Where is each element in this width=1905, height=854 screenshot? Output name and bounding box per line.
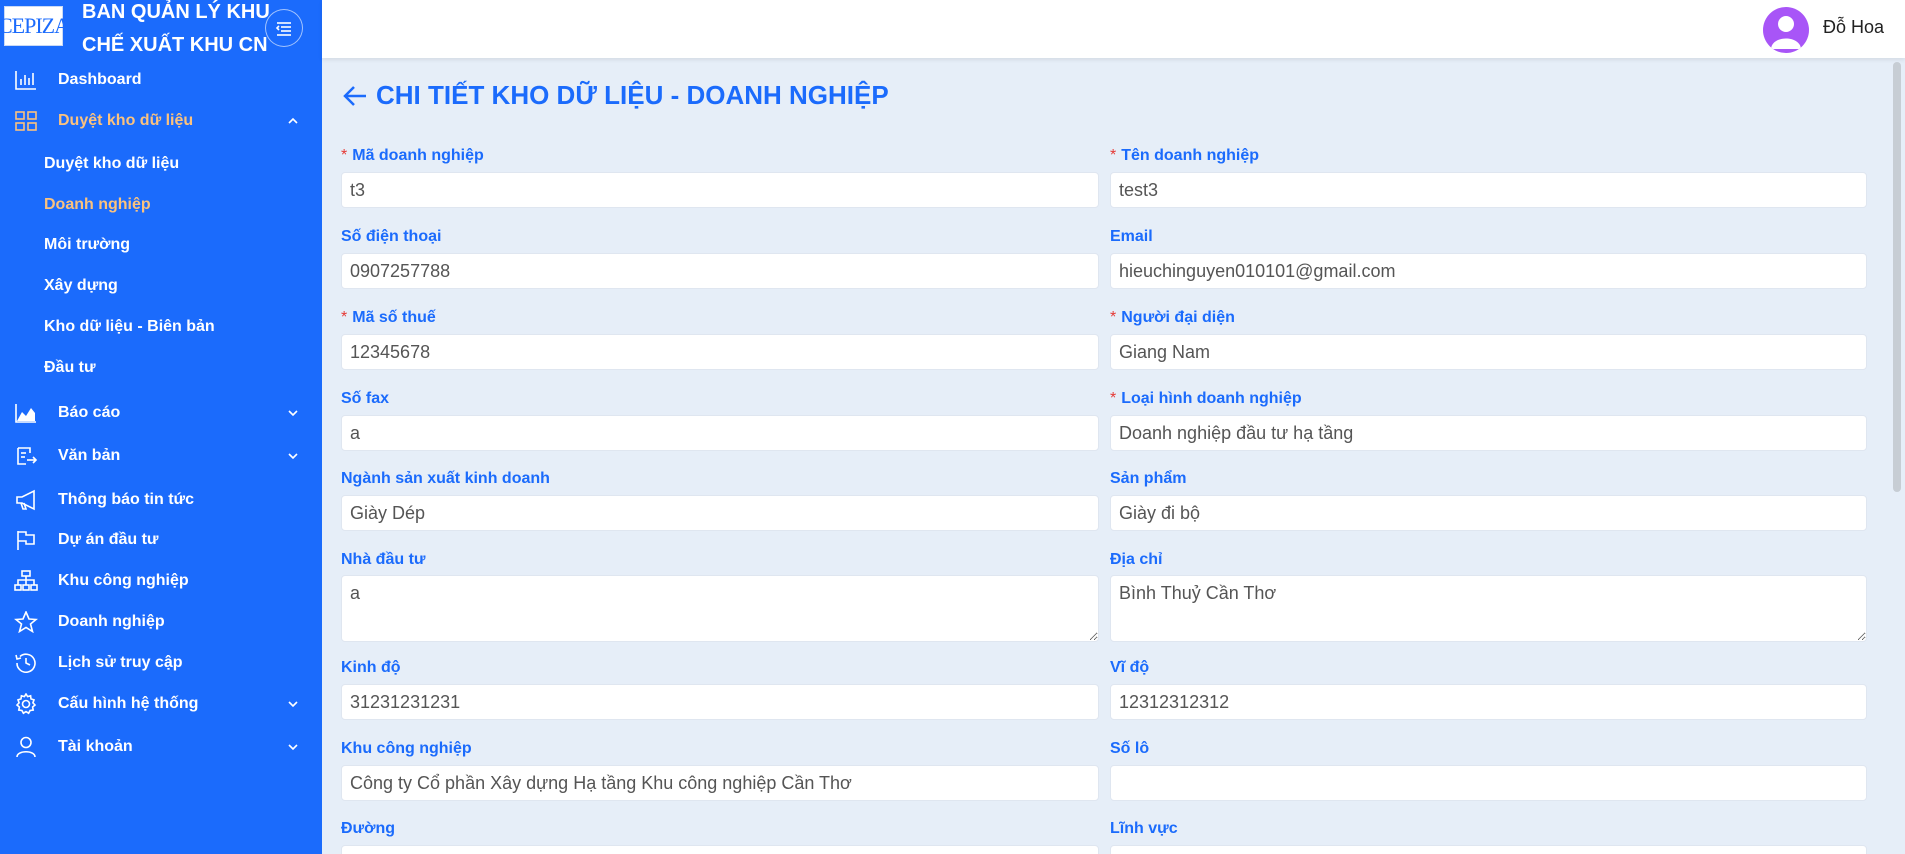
- brand-title-line1: BAN QUẢN LÝ KHU: [82, 1, 270, 23]
- label-nguoi-dai-dien: * Người đại diện: [1110, 309, 1235, 326]
- label-nha-dau-tu: Nhà đầu tư: [341, 551, 426, 568]
- sidebar-item-label: Thông báo tin tức: [58, 491, 195, 508]
- sidebar-item-label: Tài khoản: [58, 738, 133, 755]
- menu-icon: [275, 22, 291, 36]
- megaphone-icon: [16, 489, 35, 511]
- user-name[interactable]: Đỗ Hoa: [1823, 17, 1884, 38]
- brand-header: CEPIZA BAN QUẢN LÝ KHU CHẾ XUẤT KHU CN: [0, 0, 322, 58]
- sidebar-item-doanh-nghiep[interactable]: Doanh nghiệp: [0, 605, 322, 639]
- label-so-fax: Số fax: [341, 390, 390, 407]
- label-linh-vuc: Lĩnh vực: [1110, 820, 1178, 837]
- label-kinh-do: Kinh độ: [341, 659, 401, 676]
- sidebar-toggle-button[interactable]: [265, 9, 303, 47]
- sidebar-item-label: Văn bản: [58, 447, 121, 464]
- star-icon: [14, 611, 38, 633]
- linh-vuc-input[interactable]: [1110, 845, 1867, 854]
- so-dien-thoai-input[interactable]: [341, 253, 1099, 289]
- sidebar-item-label: Cấu hình hệ thống: [58, 695, 199, 712]
- so-lo-input[interactable]: [1110, 765, 1867, 801]
- ma-doanh-nghiep-input[interactable]: [341, 172, 1099, 208]
- label-ten-doanh-nghiep: * Tên doanh nghiệp: [1110, 147, 1259, 164]
- top-bar: [322, 0, 1905, 58]
- ma-so-thue-input[interactable]: [341, 334, 1099, 370]
- chevron-up-icon: [288, 117, 298, 124]
- brand-title-line2: CHẾ XUẤT KHU CN: [82, 34, 268, 56]
- logo: CEPIZA: [0, 6, 70, 46]
- label-loai-hinh: * Loại hình doanh nghiệp: [1110, 390, 1302, 407]
- label-email: Email: [1110, 228, 1153, 245]
- sidebar-item-tai-khoan[interactable]: Tài khoản: [0, 730, 322, 764]
- sidebar-subitem-duyet-kho[interactable]: Duyệt kho dữ liệu: [44, 150, 179, 178]
- sidebar-item-lich-su[interactable]: Lịch sử truy cập: [0, 646, 322, 680]
- khu-cong-nghiep-input[interactable]: [341, 765, 1099, 801]
- sidebar: CEPIZA BAN QUẢN LÝ KHU CHẾ XUẤT KHU CN D…: [0, 0, 322, 854]
- avatar[interactable]: [1763, 7, 1809, 53]
- sidebar-subitem-moi-truong[interactable]: Môi trường: [44, 231, 130, 259]
- sidebar-item-label: Dashboard: [58, 71, 142, 88]
- user-avatar-icon: [1771, 16, 1801, 49]
- sidebar-subitem-dau-tu[interactable]: Đầu tư: [44, 354, 96, 382]
- sidebar-item-label: Doanh nghiệp: [58, 613, 165, 630]
- page-title-text: CHI TIẾT KHO DỮ LIỆU - DOANH NGHIỆP: [376, 80, 889, 110]
- sidebar-item-bao-cao[interactable]: Báo cáo: [0, 396, 322, 430]
- sidebar-item-duyet-kho[interactable]: Duyệt kho dữ liệu: [0, 104, 322, 138]
- label-san-pham: Sản phẩm: [1110, 470, 1187, 487]
- chevron-down-icon: [288, 410, 298, 417]
- page-title: CHI TIẾT KHO DỮ LIỆU - DOANH NGHIỆP: [342, 80, 889, 111]
- sidebar-item-label: Duyệt kho dữ liệu: [58, 112, 194, 129]
- email-input[interactable]: [1110, 253, 1867, 289]
- sidebar-item-cau-hinh[interactable]: Cấu hình hệ thống: [0, 687, 322, 721]
- sidebar-item-dashboard[interactable]: Dashboard: [0, 63, 322, 97]
- bar-chart-icon: [15, 71, 36, 90]
- flag-icon: [17, 531, 35, 550]
- label-ma-so-thue: * Mã số thuế: [341, 309, 436, 326]
- grid-icon: [15, 111, 37, 131]
- sidebar-item-van-ban[interactable]: Văn bản: [0, 439, 322, 473]
- label-vi-do: Vĩ độ: [1110, 659, 1150, 676]
- kinh-do-input[interactable]: [341, 684, 1099, 720]
- label-khu-cong-nghiep: Khu công nghiệp: [341, 740, 472, 757]
- sidebar-item-label: Lịch sử truy cập: [58, 654, 183, 671]
- duong-input[interactable]: [341, 845, 1099, 854]
- chevron-down-icon: [288, 453, 298, 460]
- back-arrow-icon[interactable]: [342, 83, 368, 109]
- sidebar-item-thong-bao[interactable]: Thông báo tin tức: [0, 483, 322, 517]
- nha-dau-tu-textarea[interactable]: a: [341, 575, 1099, 642]
- loai-hinh-input[interactable]: [1110, 415, 1867, 451]
- chevron-down-icon: [288, 744, 298, 751]
- so-fax-input[interactable]: [341, 415, 1099, 451]
- sidebar-subitem-xay-dung[interactable]: Xây dựng: [44, 272, 118, 300]
- clock-icon: [15, 653, 36, 673]
- sidebar-item-label: Dự án đầu tư: [58, 531, 159, 548]
- sidebar-item-du-an[interactable]: Dự án đầu tư: [0, 523, 322, 557]
- sidebar-subitem-bien-ban[interactable]: Kho dữ liệu - Biên bản: [44, 313, 215, 341]
- label-nganh-san-xuat: Ngành sản xuất kinh doanh: [341, 470, 550, 487]
- area-chart-icon: [15, 404, 36, 423]
- label-so-lo: Số lô: [1110, 740, 1150, 757]
- sidebar-subitem-doanh-nghiep[interactable]: Doanh nghiệp: [44, 191, 151, 219]
- label-dia-chi: Địa chỉ: [1110, 551, 1163, 568]
- san-pham-input[interactable]: [1110, 495, 1867, 531]
- label-duong: Đường: [341, 820, 396, 837]
- user-icon: [16, 736, 36, 758]
- label-ma-doanh-nghiep: * Mã doanh nghiệp: [341, 147, 484, 164]
- ten-doanh-nghiep-input[interactable]: [1110, 172, 1867, 208]
- nguoi-dai-dien-input[interactable]: [1110, 334, 1867, 370]
- brand-title: BAN QUẢN LÝ KHU CHẾ XUẤT KHU CN: [82, 0, 282, 62]
- dia-chi-textarea[interactable]: Bình Thuỷ Cần Thơ: [1110, 575, 1867, 642]
- sidebar-item-khu-cong-nghiep[interactable]: Khu công nghiệp: [0, 564, 322, 598]
- sidebar-item-label: Báo cáo: [58, 404, 121, 421]
- chevron-down-icon: [288, 701, 298, 708]
- hierarchy-icon: [14, 570, 38, 591]
- gear-icon: [15, 693, 37, 715]
- sidebar-item-label: Khu công nghiệp: [58, 572, 189, 589]
- label-so-dien-thoai: Số điện thoại: [341, 228, 442, 245]
- document-transfer-icon: [17, 447, 38, 465]
- nganh-san-xuat-input[interactable]: [341, 495, 1099, 531]
- scrollbar[interactable]: [1893, 62, 1901, 492]
- vi-do-input[interactable]: [1110, 684, 1867, 720]
